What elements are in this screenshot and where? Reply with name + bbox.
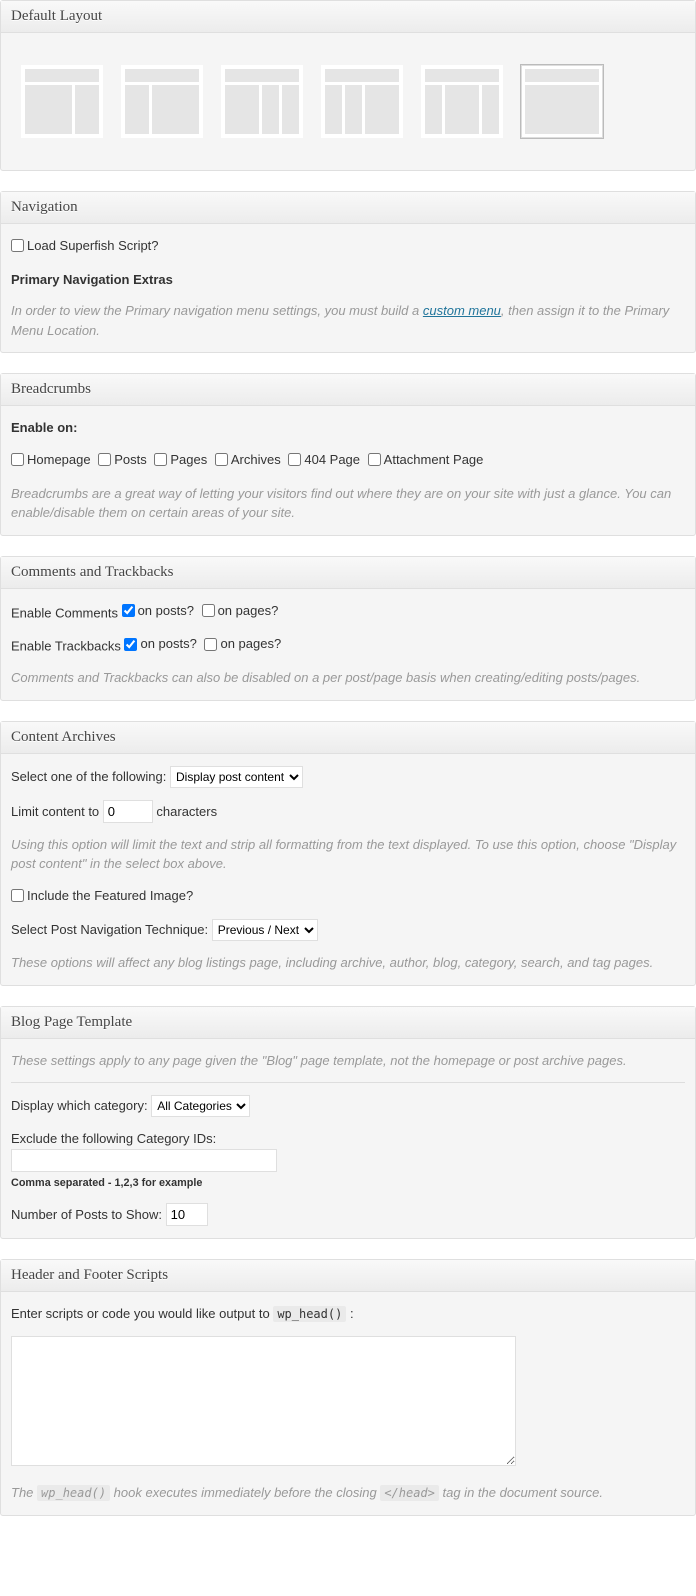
panel-body: Enable on: Homepage Posts Pages Archives… bbox=[1, 406, 695, 534]
navigation-panel: Navigation Load Superfish Script? Primar… bbox=[0, 191, 696, 353]
breadcrumb-archives-checkbox[interactable] bbox=[215, 453, 228, 466]
enable-comments-label: Enable Comments bbox=[11, 605, 118, 620]
exclude-hint: Comma separated - 1,2,3 for example bbox=[11, 1177, 202, 1189]
panel-heading: Blog Page Template bbox=[1, 1007, 695, 1039]
panel-heading: Breadcrumbs bbox=[1, 374, 695, 406]
blog-desc: These settings apply to any page given t… bbox=[11, 1051, 685, 1071]
layout-option-sidebar-content[interactable] bbox=[121, 65, 203, 138]
enter-scripts-after: : bbox=[346, 1306, 353, 1321]
layout-option-sidebar-sidebar-content[interactable] bbox=[321, 65, 403, 138]
enter-scripts-before: Enter scripts or code you would like out… bbox=[11, 1306, 273, 1321]
content-display-select[interactable]: Display post content bbox=[170, 766, 303, 788]
superfish-label[interactable]: Load Superfish Script? bbox=[11, 236, 159, 256]
breadcrumbs-desc: Breadcrumbs are a great way of letting y… bbox=[11, 484, 685, 523]
divider bbox=[11, 1082, 685, 1083]
breadcrumb-posts-label[interactable]: Posts bbox=[98, 450, 147, 470]
layout-option-content-sidebar[interactable] bbox=[21, 65, 103, 138]
enable-on-label: Enable on: bbox=[11, 420, 77, 435]
breadcrumb-404-checkbox[interactable] bbox=[288, 453, 301, 466]
archives-footer-desc: These options will affect any blog listi… bbox=[11, 953, 685, 973]
panel-heading: Header and Footer Scripts bbox=[1, 1260, 695, 1292]
trackbacks-pages-checkbox[interactable] bbox=[204, 638, 217, 651]
breadcrumb-attachment-label[interactable]: Attachment Page bbox=[368, 450, 484, 470]
comments-pages-checkbox[interactable] bbox=[202, 604, 215, 617]
select-one-label: Select one of the following: bbox=[11, 769, 166, 784]
default-layout-panel: Default Layout bbox=[0, 0, 696, 171]
display-category-select[interactable]: All Categories bbox=[151, 1095, 250, 1117]
layout-option-full-width[interactable] bbox=[521, 65, 603, 138]
wp-head-code: wp_head() bbox=[273, 1306, 346, 1322]
panel-heading: Content Archives bbox=[1, 722, 695, 754]
breadcrumb-pages-checkbox[interactable] bbox=[154, 453, 167, 466]
breadcrumb-homepage-checkbox[interactable] bbox=[11, 453, 24, 466]
breadcrumb-404-label[interactable]: 404 Page bbox=[288, 450, 360, 470]
panel-body: These settings apply to any page given t… bbox=[1, 1039, 695, 1239]
panel-heading: Default Layout bbox=[1, 1, 695, 33]
breadcrumbs-panel: Breadcrumbs Enable on: Homepage Posts Pa… bbox=[0, 373, 696, 535]
breadcrumb-homepage-label[interactable]: Homepage bbox=[11, 450, 91, 470]
breadcrumb-pages-label[interactable]: Pages bbox=[154, 450, 207, 470]
panel-heading: Comments and Trackbacks bbox=[1, 557, 695, 589]
limit-content-input[interactable] bbox=[103, 800, 153, 823]
custom-menu-link[interactable]: custom menu bbox=[423, 303, 501, 318]
limit-desc: Using this option will limit the text an… bbox=[11, 835, 685, 874]
enable-trackbacks-label: Enable Trackbacks bbox=[11, 639, 121, 654]
breadcrumb-attachment-checkbox[interactable] bbox=[368, 453, 381, 466]
breadcrumb-archives-label[interactable]: Archives bbox=[215, 450, 281, 470]
limit-after: characters bbox=[156, 804, 217, 819]
featured-image-label[interactable]: Include the Featured Image? bbox=[11, 886, 193, 906]
num-posts-label: Number of Posts to Show: bbox=[11, 1207, 162, 1222]
panel-heading: Navigation bbox=[1, 192, 695, 224]
superfish-checkbox[interactable] bbox=[11, 239, 24, 252]
panel-body: Select one of the following: Display pos… bbox=[1, 754, 695, 985]
featured-image-checkbox[interactable] bbox=[11, 889, 24, 902]
comments-posts-checkbox[interactable] bbox=[122, 604, 135, 617]
scripts-desc: The wp_head() hook executes immediately … bbox=[11, 1483, 685, 1503]
nav-technique-label: Select Post Navigation Technique: bbox=[11, 922, 208, 937]
panel-body: Enter scripts or code you would like out… bbox=[1, 1292, 695, 1515]
primary-nav-extras-heading: Primary Navigation Extras bbox=[11, 272, 173, 287]
superfish-text: Load Superfish Script? bbox=[27, 236, 159, 256]
exclude-ids-label: Exclude the following Category IDs: bbox=[11, 1131, 216, 1146]
exclude-ids-input[interactable] bbox=[11, 1149, 277, 1172]
layout-option-content-sidebar-sidebar[interactable] bbox=[221, 65, 303, 138]
header-scripts-textarea[interactable] bbox=[11, 1336, 516, 1466]
comments-desc: Comments and Trackbacks can also be disa… bbox=[11, 668, 685, 688]
wp-head-code-2: wp_head() bbox=[37, 1485, 110, 1501]
panel-body bbox=[1, 33, 695, 170]
num-posts-input[interactable] bbox=[166, 1203, 208, 1226]
blog-panel: Blog Page Template These settings apply … bbox=[0, 1006, 696, 1240]
trackbacks-pages-label[interactable]: on pages? bbox=[204, 634, 281, 654]
comments-panel: Comments and Trackbacks Enable Comments … bbox=[0, 556, 696, 701]
head-tag-code: </head> bbox=[380, 1485, 439, 1501]
trackbacks-posts-checkbox[interactable] bbox=[124, 638, 137, 651]
breadcrumb-posts-checkbox[interactable] bbox=[98, 453, 111, 466]
comments-pages-label[interactable]: on pages? bbox=[202, 601, 279, 621]
comments-posts-label[interactable]: on posts? bbox=[122, 601, 194, 621]
scripts-panel: Header and Footer Scripts Enter scripts … bbox=[0, 1259, 696, 1516]
panel-body: Enable Comments on posts? on pages? Enab… bbox=[1, 589, 695, 700]
layout-options bbox=[11, 45, 685, 158]
trackbacks-posts-label[interactable]: on posts? bbox=[124, 634, 196, 654]
archives-panel: Content Archives Select one of the follo… bbox=[0, 721, 696, 986]
nav-technique-select[interactable]: Previous / Next bbox=[212, 919, 318, 941]
limit-before: Limit content to bbox=[11, 804, 99, 819]
layout-option-sidebar-content-sidebar[interactable] bbox=[421, 65, 503, 138]
primary-nav-desc: In order to view the Primary navigation … bbox=[11, 301, 685, 340]
panel-body: Load Superfish Script? Primary Navigatio… bbox=[1, 224, 695, 352]
display-category-label: Display which category: bbox=[11, 1098, 148, 1113]
